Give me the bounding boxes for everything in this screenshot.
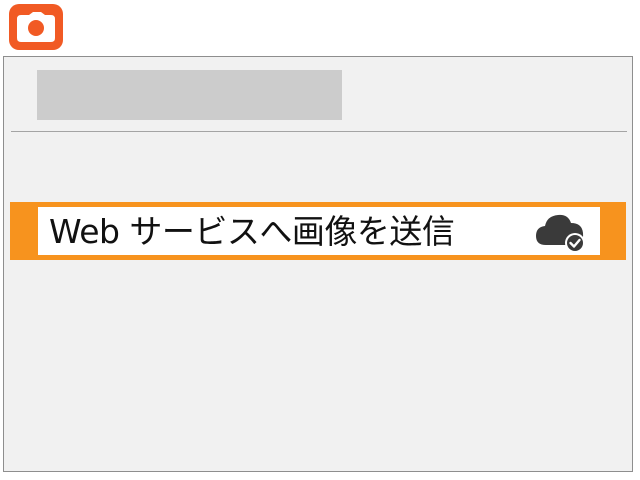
shooting-mode-badge — [9, 4, 63, 50]
camera-menu-screen: Web サービスへ画像を送信 — [0, 0, 640, 480]
send-images-to-web-service-item[interactable]: Web サービスへ画像を送信 — [10, 202, 626, 260]
cloud-check-icon — [536, 214, 585, 253]
menu-title-placeholder — [37, 70, 342, 120]
menu-item-content: Web サービスへ画像を送信 — [38, 207, 600, 255]
menu-panel: Web サービスへ画像を送信 — [3, 56, 633, 472]
camera-icon — [17, 12, 55, 42]
title-divider — [11, 131, 627, 132]
menu-item-label: Web サービスへ画像を送信 — [49, 211, 455, 251]
